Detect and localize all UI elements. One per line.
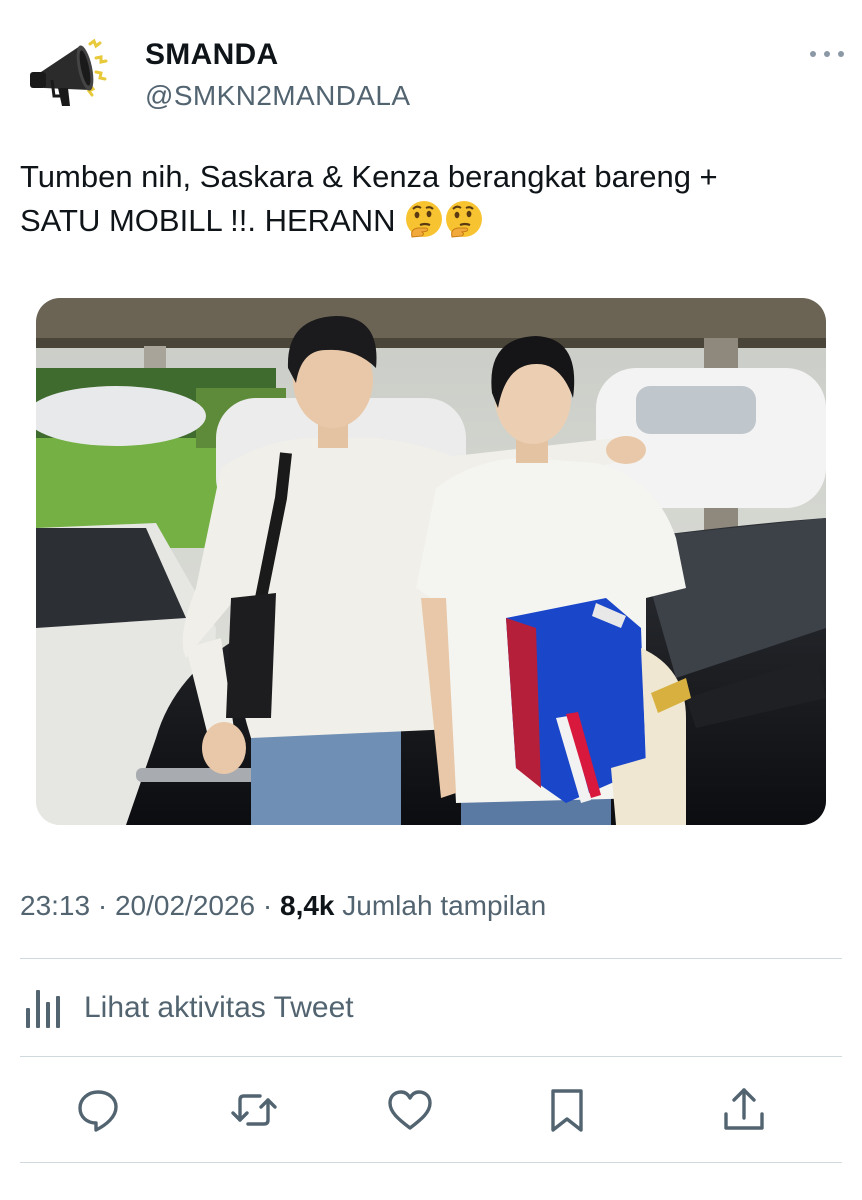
bookmark-button[interactable] — [543, 1086, 591, 1134]
thinking-face-icon — [444, 199, 484, 251]
tweet-activity-label: Lihat aktivitas Tweet — [84, 991, 354, 1024]
avatar[interactable] — [24, 30, 120, 114]
meta-separator: · — [97, 890, 108, 921]
user-handle[interactable]: @SMKN2MANDALA — [145, 80, 410, 112]
retweet-icon — [231, 1094, 277, 1126]
views-label: Jumlah tampilan — [342, 890, 547, 921]
tweet-activity-link[interactable]: Lihat aktivitas Tweet — [24, 986, 354, 1030]
tweet-text: Tumben nih, Saskara & Kenza berangkat ba… — [20, 155, 820, 251]
heart-icon — [388, 1090, 432, 1130]
reply-button[interactable] — [74, 1086, 122, 1134]
tweet-meta: 23:13 · 20/02/2026 · 8,4k Jumlah tampila… — [20, 890, 546, 922]
megaphone-icon — [30, 38, 108, 106]
tweet-text-line-1: Tumben nih, Saskara & Kenza berangkat ba… — [20, 159, 718, 194]
bookmark-icon — [551, 1089, 583, 1132]
display-name[interactable]: SMANDA — [145, 38, 278, 72]
like-button[interactable] — [386, 1086, 434, 1134]
views-count: 8,4k — [280, 890, 335, 921]
tweet-text-line-2: SATU MOBILL !!. HERANN — [20, 203, 396, 238]
more-options-icon[interactable] — [810, 44, 844, 64]
divider — [20, 1056, 842, 1057]
tweet-photo[interactable] — [36, 298, 826, 825]
tweet-text-line-2-wrap: SATU MOBILL !!. HERANN — [20, 199, 820, 251]
divider — [20, 1162, 842, 1163]
retweet-button[interactable] — [230, 1086, 278, 1134]
tweet-time[interactable]: 23:13 — [20, 890, 90, 921]
divider — [20, 958, 842, 959]
share-icon — [724, 1088, 764, 1130]
bar-chart-icon — [26, 990, 60, 1028]
meta-separator: · — [262, 890, 273, 921]
share-button[interactable] — [720, 1086, 768, 1134]
tweet-date[interactable]: 20/02/2026 — [115, 890, 255, 921]
speech-bubble-icon — [78, 1090, 118, 1132]
thinking-face-icon — [404, 199, 444, 251]
